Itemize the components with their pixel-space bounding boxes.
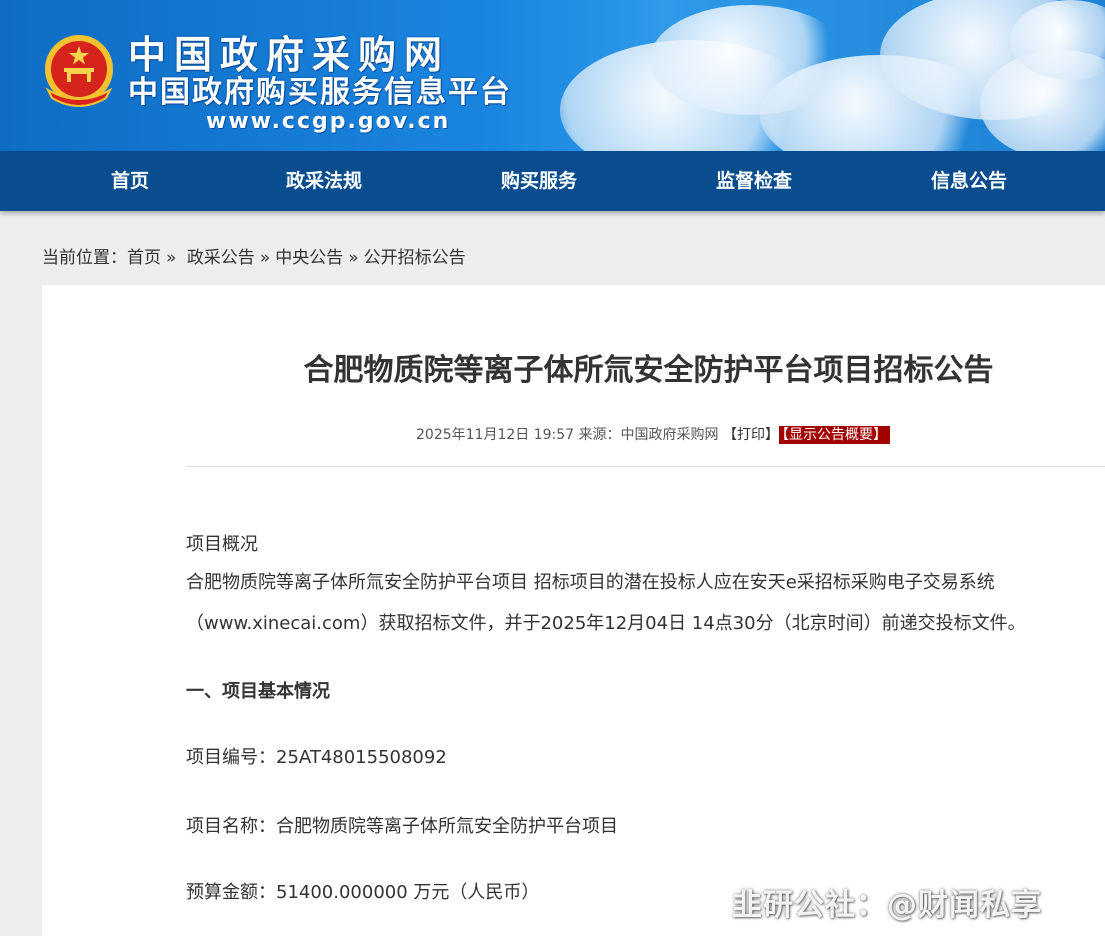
site-header-banner: 中国政府采购网 中国政府购买服务信息平台 www.ccgp.gov.cn [0, 0, 1105, 151]
breadcrumb-link-procurement[interactable]: 政采公告 [187, 248, 255, 268]
breadcrumb-link-central[interactable]: 中央公告 [275, 248, 343, 268]
breadcrumb-link-home[interactable]: 首页 [127, 248, 161, 268]
print-link[interactable]: 【打印】 [723, 427, 779, 443]
budget-row: 预算金额：51400.000000 万元（人民币） [186, 879, 539, 907]
breadcrumb: 当前位置：首页» 政采公告» 中央公告» 公开招标公告 [42, 246, 466, 270]
watermark: 韭研公社：@财闻私享 [732, 888, 1042, 923]
national-emblem-icon[interactable] [40, 32, 118, 112]
overview-line-2: （www.xinecai.com）获取招标文件，并于2025年12月04日 14… [186, 613, 1026, 634]
breadcrumb-separator: » [166, 248, 177, 268]
overview-heading: 项目概况 [186, 534, 258, 555]
main-nav: 首页 政采法规 购买服务 监督检查 信息公告 [0, 151, 1105, 211]
section-1-heading: 一、项目基本情况 [186, 681, 330, 702]
source-value: 中国政府采购网 [620, 427, 719, 443]
source-label: 来源： [578, 427, 621, 443]
site-url: www.ccgp.gov.cn [206, 109, 451, 134]
project-number-label: 项目编号： [186, 747, 276, 768]
breadcrumb-separator: » [259, 248, 271, 268]
budget-value: 51400.000000 万元（人民币） [276, 882, 540, 903]
breadcrumb-separator: » [348, 248, 359, 268]
show-summary-button[interactable]: 【显示公告概要】 [778, 426, 890, 444]
project-name-label: 项目名称： [186, 816, 276, 837]
site-title: 中国政府采购网 [128, 33, 451, 77]
nav-item-supervision[interactable]: 监督检查 [674, 151, 834, 211]
nav-item-purchase-services[interactable]: 购买服务 [459, 151, 619, 211]
budget-label: 预算金额： [186, 882, 276, 903]
breadcrumb-link-public-tender[interactable]: 公开招标公告 [364, 248, 466, 268]
article-meta: 2025年11月12日 19:57 来源：中国政府采购网 【打印】 【显示公告概要… [416, 425, 890, 445]
breadcrumb-prefix: 当前位置： [42, 248, 127, 268]
publish-datetime: 2025年11月12日 19:57 [416, 427, 575, 443]
article-title: 合肥物质院等离子体所氚安全防护平台项目招标公告 [303, 353, 994, 388]
overview-line-1: 合肥物质院等离子体所氚安全防护平台项目 招标项目的潜在投标人应在安天e采招标采购… [186, 572, 995, 593]
project-number-row: 项目编号：25AT48015508092 [186, 744, 447, 772]
nav-item-announcements[interactable]: 信息公告 [889, 151, 1049, 211]
project-name-row: 项目名称：合肥物质院等离子体所氚安全防护平台项目 [186, 813, 618, 841]
title-divider [186, 466, 1105, 467]
project-name-value: 合肥物质院等离子体所氚安全防护平台项目 [276, 816, 618, 837]
nav-item-regulations[interactable]: 政采法规 [244, 151, 404, 211]
nav-item-home[interactable]: 首页 [50, 151, 210, 211]
project-number-value: 25AT48015508092 [276, 747, 447, 768]
site-subtitle: 中国政府购买服务信息平台 [128, 75, 512, 110]
